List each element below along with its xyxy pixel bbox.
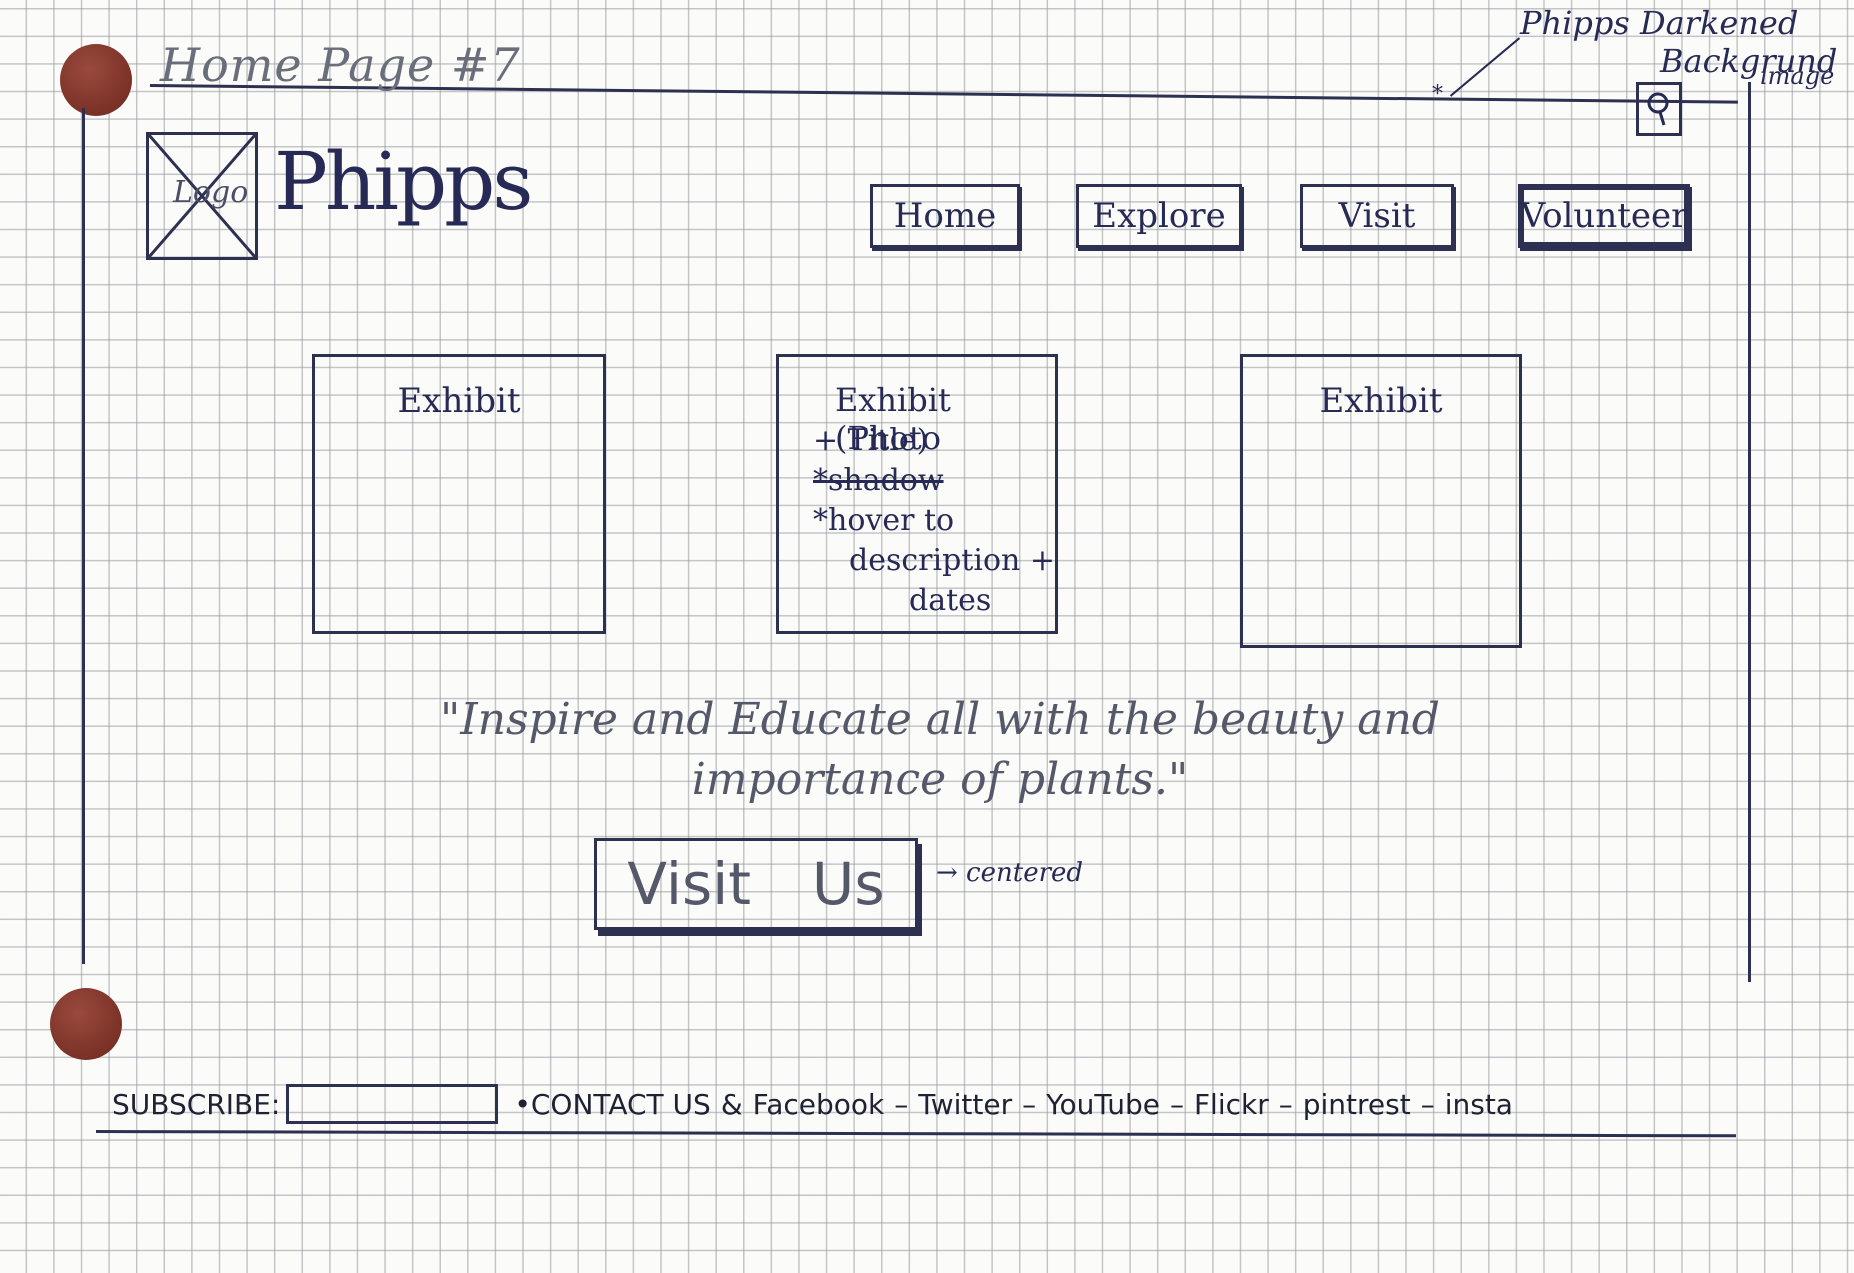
- subscribe-email-input[interactable]: [286, 1084, 499, 1124]
- exhibit-card-2[interactable]: Exhibit (Photo + Title) *shadow *hover t…: [776, 354, 1058, 634]
- footer: SUBSCRIBE: •CONTACT US & Facebook – Twit…: [112, 1082, 1732, 1126]
- background-note-line1: Phipps Darkened: [1520, 4, 1799, 42]
- sketch-title: Home Page #7: [160, 38, 521, 92]
- twitter-link[interactable]: Twitter: [918, 1088, 1012, 1121]
- subscribe-label: SUBSCRIBE:: [112, 1087, 281, 1121]
- brand-name[interactable]: Phipps: [274, 142, 533, 222]
- nav-home-button[interactable]: Home: [870, 184, 1020, 248]
- exhibit-note: dates: [909, 583, 992, 618]
- logo-label: Logo: [173, 175, 249, 210]
- flickr-link[interactable]: Flickr: [1194, 1088, 1269, 1121]
- footer-separator: –: [1169, 1087, 1184, 1121]
- browser-frame-left: [82, 108, 85, 964]
- binder-hole-top: [60, 44, 132, 116]
- nav-explore-button[interactable]: Explore: [1076, 184, 1242, 248]
- footer-separator: –: [1278, 1087, 1293, 1121]
- exhibit-card-notes: + Title) *shadow *hover to description +…: [813, 421, 1055, 621]
- visit-us-word2: Us: [811, 850, 885, 918]
- mission-quote: "Inspire and Educate all with the beauty…: [440, 694, 1440, 805]
- footer-amp: &: [720, 1087, 743, 1121]
- exhibit-card-title: Exhibit: [397, 381, 521, 421]
- instagram-link[interactable]: insta: [1445, 1088, 1513, 1121]
- annotation-arrow: [1449, 37, 1521, 97]
- browser-frame-bottom: [95, 1130, 1736, 1138]
- facebook-link[interactable]: Facebook: [753, 1088, 885, 1121]
- exhibit-note: *shadow: [813, 463, 944, 498]
- footer-separator: –: [894, 1087, 909, 1121]
- visit-us-word1: Visit: [627, 850, 752, 918]
- youtube-link[interactable]: YouTube: [1046, 1088, 1160, 1121]
- annotation-star: *: [1432, 82, 1443, 107]
- centered-note: → centered: [936, 858, 1084, 888]
- search-icon: [1647, 92, 1669, 126]
- visit-us-button[interactable]: Visit Us: [594, 838, 918, 930]
- exhibit-note: + Title): [813, 423, 929, 458]
- footer-separator: –: [1022, 1087, 1037, 1121]
- pinterest-link[interactable]: pintrest: [1303, 1088, 1411, 1121]
- binder-hole-bottom: [50, 988, 122, 1060]
- browser-frame-right: [1748, 82, 1751, 982]
- background-note-line3: image: [1760, 62, 1835, 90]
- nav-visit-button[interactable]: Visit: [1300, 184, 1454, 248]
- search-button[interactable]: [1636, 82, 1682, 136]
- exhibit-note: description +: [849, 543, 1056, 578]
- exhibit-note: *hover to: [813, 503, 955, 538]
- footer-separator: –: [1420, 1087, 1435, 1121]
- exhibit-card-1[interactable]: Exhibit: [312, 354, 606, 634]
- contact-us-link[interactable]: •CONTACT US: [514, 1088, 710, 1121]
- exhibit-card-3[interactable]: Exhibit: [1240, 354, 1522, 648]
- exhibit-card-title: Exhibit: [1319, 381, 1443, 421]
- nav-volunteer-button[interactable]: Volunteer: [1518, 184, 1690, 248]
- logo-placeholder[interactable]: Logo: [146, 132, 258, 260]
